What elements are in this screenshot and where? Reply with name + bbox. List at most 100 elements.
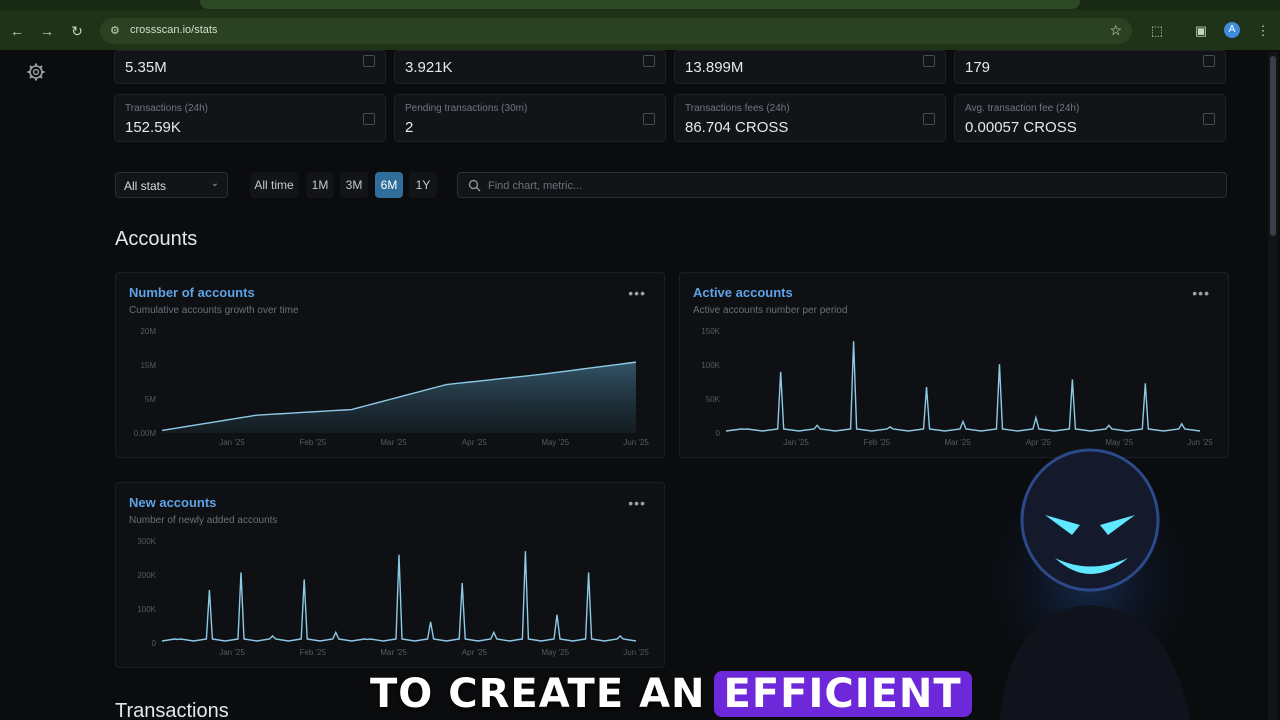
stat-value: 0.00057 CROSS — [965, 119, 1077, 136]
gear-icon[interactable] — [26, 62, 46, 82]
search-icon — [468, 179, 481, 192]
x-tick-label: Jan '25 — [219, 438, 245, 447]
reload-icon[interactable]: ↻ — [68, 22, 86, 40]
chart-menu-icon[interactable]: ••• — [628, 495, 646, 511]
x-tick-label: Jun '25 — [623, 648, 649, 657]
y-tick-label: 150K — [701, 327, 720, 336]
stat-tile-2: 3.921K — [394, 50, 666, 84]
back-arrow-icon[interactable]: ← — [8, 22, 26, 40]
stat-tile-transactions-24h: Transactions (24h) 152.59K — [114, 94, 386, 142]
x-tick-label: Jun '25 — [623, 438, 649, 447]
y-tick-label: 100K — [701, 361, 720, 370]
stat-tile-4: 179 — [954, 50, 1226, 84]
forward-arrow-icon[interactable]: → — [38, 22, 56, 40]
chart-card-active-accounts: 150K 100K 50K 0 Jan '25 Feb '25 Mar '25 Apr '25… — [679, 272, 1229, 458]
stat-value: 13.899M — [685, 59, 744, 76]
select-value: All stats — [124, 179, 167, 193]
active-tab[interactable] — [200, 0, 1080, 9]
x-tick-label: Feb '25 — [300, 438, 327, 447]
chevron-down-icon: ⌄ — [210, 178, 219, 189]
y-tick-label: 300K — [137, 537, 156, 546]
extensions-icon[interactable]: ⬚ — [1148, 22, 1166, 40]
range-1y[interactable]: 1Y — [409, 172, 437, 198]
chart-menu-icon[interactable]: ••• — [1192, 285, 1210, 301]
x-tick-label: May '25 — [541, 438, 569, 447]
y-tick-label: 15M — [140, 361, 156, 370]
x-tick-label: Mar '25 — [380, 438, 407, 447]
info-icon[interactable] — [1203, 55, 1215, 67]
caption-highlight: EFFICIENT — [713, 671, 972, 717]
chart-subtitle: Cumulative accounts growth over time — [129, 305, 299, 316]
y-tick-label: 200K — [137, 571, 156, 580]
chart-subtitle: Number of newly added accounts — [129, 515, 278, 526]
stat-label: Pending transactions (30m) — [405, 103, 528, 114]
stat-value: 86.704 CROSS — [685, 119, 789, 136]
y-tick-label: 0 — [152, 639, 157, 648]
chart-menu-icon[interactable]: ••• — [628, 285, 646, 301]
section-title-accounts: Accounts — [115, 228, 198, 250]
x-tick-label: Mar '25 — [380, 648, 407, 657]
tab-search-icon[interactable]: ▣ — [1192, 22, 1210, 40]
stat-tile-pending-transactions: Pending transactions (30m) 2 — [394, 94, 666, 142]
x-tick-label: Apr '25 — [462, 648, 488, 657]
x-tick-label: Jan '25 — [783, 438, 809, 447]
chart-title[interactable]: Number of accounts — [129, 285, 255, 300]
range-1m[interactable]: 1M — [306, 172, 334, 198]
stat-value: 179 — [965, 59, 991, 76]
video-caption: TO CREATE AN EFFICIENT — [370, 668, 972, 720]
chart-title[interactable]: New accounts — [129, 495, 216, 510]
info-icon[interactable] — [923, 55, 935, 67]
series-line — [161, 551, 637, 642]
info-icon[interactable] — [643, 113, 655, 125]
stat-value: 5.35M — [125, 59, 167, 76]
x-tick-label: May '25 — [541, 648, 569, 657]
bookmark-star-icon[interactable]: ☆ — [1109, 22, 1122, 39]
info-icon[interactable] — [643, 55, 655, 67]
range-6m[interactable]: 6M — [375, 172, 403, 198]
stats-category-select[interactable]: All stats ⌄ — [115, 172, 228, 198]
search-input[interactable] — [488, 177, 1208, 195]
stat-tile-3: 13.899M — [674, 50, 946, 84]
stat-value: 3.921K — [405, 59, 453, 76]
stat-label: Transactions fees (24h) — [685, 103, 790, 114]
chart-card-new-accounts: 300K 200K 100K 0 Jan '25 Feb '25 Mar '25 Apr '2… — [115, 482, 665, 668]
address-bar[interactable]: ⚙ crossscan.io/stats ☆ — [100, 18, 1132, 44]
presenter-mascot-image — [960, 440, 1220, 720]
profile-avatar[interactable]: A — [1224, 22, 1240, 38]
browser-menu-icon[interactable]: ⋮ — [1254, 22, 1272, 40]
y-tick-label: 100K — [137, 605, 156, 614]
range-all-time[interactable]: All time — [250, 172, 298, 198]
info-icon[interactable] — [923, 113, 935, 125]
chart-subtitle: Active accounts number per period — [693, 305, 848, 316]
y-tick-label: 0 — [716, 429, 721, 438]
chart-number-of-accounts: 20M 15M 5M 0.00M Jan '25 Feb '25 Mar '25 Apr '2… — [134, 327, 650, 447]
site-info-icon[interactable]: ⚙ — [110, 24, 124, 38]
stat-value: 2 — [405, 119, 414, 136]
stat-tile-total-accounts: 5.35M — [114, 50, 386, 84]
y-tick-label: 0.00M — [134, 429, 157, 438]
range-3m[interactable]: 3M — [340, 172, 368, 198]
stat-value: 152.59K — [125, 119, 181, 136]
info-icon[interactable] — [363, 55, 375, 67]
stat-label: Transactions (24h) — [125, 103, 208, 114]
chart-card-number-of-accounts: 20M 15M 5M 0.00M Jan '25 Feb '25 Mar '25 Apr '2… — [115, 272, 665, 458]
chart-active-accounts: 150K100K50K0Jan '25 Feb '25 Mar '25 Apr '25… — [701, 327, 1213, 447]
caption-text: TO CREATE AN — [370, 671, 706, 717]
y-tick-label: 5M — [145, 395, 156, 404]
x-tick-label: Apr '25 — [462, 438, 488, 447]
y-tick-label: 50K — [706, 395, 721, 404]
browser-toolbar: ← → ↻ ⚙ crossscan.io/stats ☆ ⬚ ▣ A ⋮ — [0, 0, 1280, 50]
stat-tile-transaction-fees: Transactions fees (24h) 86.704 CROSS — [674, 94, 946, 142]
y-tick-label: 20M — [140, 327, 156, 336]
page-scrollbar-thumb[interactable] — [1270, 56, 1276, 236]
chart-title[interactable]: Active accounts — [693, 285, 793, 300]
section-title-transactions: Transactions — [115, 700, 229, 720]
series-line — [725, 341, 1201, 432]
stat-label: Avg. transaction fee (24h) — [965, 103, 1080, 114]
x-tick-label: Feb '25 — [864, 438, 891, 447]
chart-new-accounts: 300K 200K 100K 0 Jan '25 Feb '25 Mar '25 Apr '2… — [137, 537, 649, 657]
info-icon[interactable] — [363, 113, 375, 125]
x-tick-label: Jan '25 — [219, 648, 245, 657]
info-icon[interactable] — [1203, 113, 1215, 125]
chart-search — [457, 172, 1227, 198]
